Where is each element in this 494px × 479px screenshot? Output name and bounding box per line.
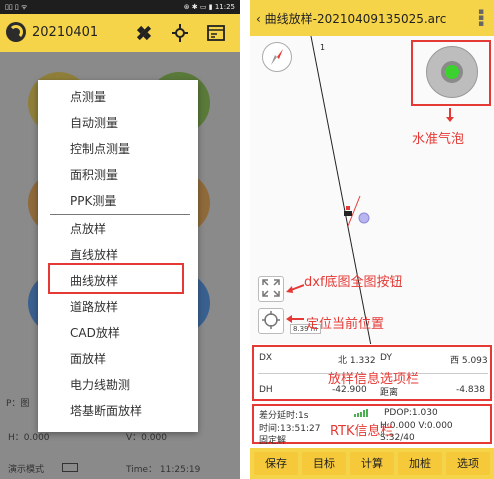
dx-value: 北 1.332: [338, 356, 376, 366]
line-label: 1: [320, 43, 326, 52]
back-icon: ‹: [256, 12, 261, 26]
menu-item-ppk-survey[interactable]: PPK测量: [38, 189, 198, 214]
left-phone-screen: ▯▯ ▯ ᯤ ⊛ ✱ ▭ ▮ 11:25 20210401 P：图 H：0.00…: [0, 0, 240, 479]
menu-item-cad-stakeout[interactable]: CAD放样: [38, 321, 198, 346]
highlight-box: [48, 263, 184, 294]
bottom-toolbar: 保存 目标 计算 加桩 选项: [250, 448, 494, 479]
dy-label: DY: [380, 353, 392, 363]
pdop-label: PDOP:1.030: [384, 408, 438, 418]
menu-item-powerline-survey[interactable]: 电力线勘测: [38, 373, 198, 398]
status-right: ⊛ ✱ ▭ ▮ 11:25: [183, 3, 235, 11]
locate-button[interactable]: [258, 308, 284, 334]
stakeout-annotation: 放样信息选项栏: [328, 372, 420, 387]
project-title[interactable]: 20210401: [32, 25, 98, 40]
app-logo-icon: [6, 22, 26, 42]
level-bubble-icon: [426, 46, 478, 98]
locate-annotation: 定位当前位置: [306, 317, 385, 332]
back-button[interactable]: ‹ 曲线放样-20210409135025.arc: [256, 10, 446, 27]
arrow-icon: [446, 108, 454, 122]
demo-mode-label: 演示模式: [8, 465, 45, 475]
bubble-annotation: 水准气泡: [412, 132, 465, 147]
time-label: Time： 11:25:19: [126, 465, 201, 475]
target-button[interactable]: 目标: [302, 452, 346, 475]
map-canvas[interactable]: 1 水准气泡 dxf底图全图按钮 8.39 m 定位当前位置: [250, 36, 494, 344]
add-stake-button[interactable]: 加桩: [398, 452, 442, 475]
rover-antenna-icon[interactable]: [170, 23, 190, 43]
save-button[interactable]: 保存: [254, 452, 298, 475]
rtk-annotation: RTK信息栏: [330, 424, 394, 439]
menu-item-control-point-survey[interactable]: 控制点测量: [38, 137, 198, 162]
settings-panel-icon[interactable]: [206, 23, 226, 43]
menu-item-point-stakeout[interactable]: 点放样: [38, 217, 198, 242]
curve-line: [310, 36, 372, 344]
menu-item-auto-survey[interactable]: 自动测量: [38, 111, 198, 136]
full-extent-button[interactable]: [258, 276, 284, 302]
stakeout-header: ‹ 曲线放样-20210409135025.arc ▪ ▪ ▪: [250, 0, 494, 36]
dxf-annotation: dxf底图全图按钮: [304, 275, 403, 290]
menu-item-surface-stakeout[interactable]: 面放样: [38, 347, 198, 372]
solution-label: 固定解: [259, 436, 287, 446]
diff-delay-label: 差分延时:1s: [259, 411, 309, 421]
right-phone-screen: ‹ 曲线放样-20210409135025.arc ▪ ▪ ▪ 1 水准气泡 dxf…: [250, 0, 494, 479]
arrow-icon: [286, 315, 304, 323]
rtk-info-panel[interactable]: 差分延时:1s PDOP:1.030 时间:13:51:27 H:0.000 V…: [252, 404, 492, 446]
dh-label: DH: [259, 385, 273, 395]
rover-marker: [344, 211, 352, 216]
satellite-icon[interactable]: [134, 23, 154, 43]
app-header: 20210401: [0, 14, 240, 52]
distance-value: -4.838: [456, 385, 486, 395]
more-options-icon[interactable]: ▪ ▪ ▪: [478, 8, 484, 29]
signal-strength-icon: [354, 409, 368, 417]
stakeout-info-panel[interactable]: DX 北 1.332 DY 西 5.093 DH -42.900 距离 -4.8…: [252, 345, 492, 401]
status-left: ▯▯ ▯ ᯤ: [5, 3, 28, 11]
dx-label: DX: [259, 353, 273, 363]
arrow-icon: [286, 284, 304, 293]
options-button[interactable]: 选项: [446, 452, 490, 475]
compass-icon[interactable]: [262, 42, 292, 72]
menu-item-tower-section-stakeout[interactable]: 塔基断面放样: [38, 399, 198, 424]
menu-item-area-survey[interactable]: 面积测量: [38, 163, 198, 188]
dy-value: 西 5.093: [450, 356, 488, 366]
battery-icon: [62, 463, 78, 472]
menu-divider: [50, 214, 190, 215]
menu-item-point-survey[interactable]: 点测量: [38, 85, 198, 110]
menu-item-road-stakeout[interactable]: 道路放样: [38, 295, 198, 320]
point-label: P：图: [6, 399, 30, 409]
stakeout-title: 曲线放样-20210409135025.arc: [264, 12, 447, 26]
target-point: [358, 212, 370, 224]
function-menu: 点测量 自动测量 控制点测量 面积测量 PPK测量 点放样 直线放样 曲线放样 …: [38, 80, 198, 432]
rover-marker-top: [346, 206, 350, 210]
calculate-button[interactable]: 计算: [350, 452, 394, 475]
status-bar: ▯▯ ▯ ᯤ ⊛ ✱ ▭ ▮ 11:25: [0, 0, 240, 14]
